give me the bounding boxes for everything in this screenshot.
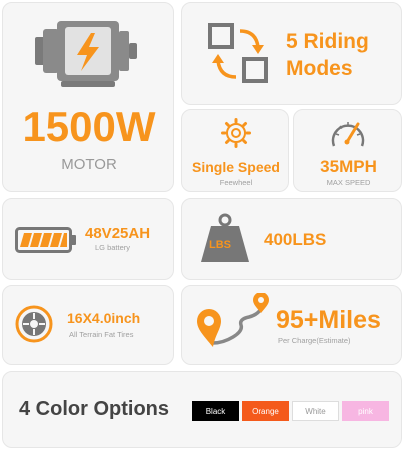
color-label-orange: Orange — [252, 406, 279, 416]
max-speed-card: 35MPH MAX SPEED — [293, 109, 402, 192]
single-speed-card: Single Speed Feewheel — [181, 109, 289, 192]
motor-card: 1500W MOTOR — [2, 2, 174, 192]
speedometer-icon — [331, 122, 365, 147]
tire-icon — [15, 305, 53, 343]
tire-subtitle: All Terrain Fat Tires — [69, 330, 134, 339]
battery-icon — [15, 227, 76, 253]
color-label-white: White — [305, 406, 326, 416]
color-label-black: Black — [205, 406, 226, 416]
motor-label: MOTOR — [61, 156, 117, 173]
battery-card: 48V25AH LG battery — [2, 198, 174, 280]
color-label-pink: pink — [358, 406, 373, 416]
weight-icon-label: LBS — [209, 239, 231, 251]
route-icon — [197, 293, 269, 347]
riding-modes-card: 5 Riding Modes — [181, 2, 402, 105]
tires-card: 16X4.0inch All Terrain Fat Tires — [2, 285, 174, 365]
color-swatch-white[interactable]: White — [292, 401, 339, 421]
max-speed-label: MAX SPEED — [326, 178, 371, 187]
range-card: 95+Miles Per Charge(Estimate) — [181, 285, 402, 365]
range-value: 95+Miles — [276, 306, 381, 334]
color-options-title: 4 Color Options — [19, 398, 169, 420]
color-swatch-orange[interactable]: Orange — [242, 401, 289, 421]
cycle-modes-icon — [208, 23, 268, 83]
color-options-card: 4 Color Options Black Orange White pink — [2, 371, 402, 448]
weight-icon — [201, 213, 249, 262]
modes-line1: 5 Riding — [286, 30, 369, 53]
max-speed-value: 35MPH — [320, 157, 377, 176]
speed-mode-subtitle: Feewheel — [219, 178, 253, 187]
battery-spec: 48V25AH — [85, 225, 151, 242]
modes-line2: Modes — [286, 57, 353, 80]
tire-size: 16X4.0inch — [67, 310, 141, 326]
range-subtitle: Per Charge(Estimate) — [278, 336, 351, 345]
gear-icon — [221, 118, 251, 148]
motor-power: 1500W — [22, 103, 156, 150]
motor-icon — [35, 21, 137, 87]
load-capacity-card: LBS 400LBS — [181, 198, 402, 280]
load-value: 400LBS — [264, 230, 327, 249]
color-swatch-pink[interactable]: pink — [342, 401, 389, 421]
battery-subtitle: LG battery — [95, 243, 131, 252]
speed-mode-title: Single Speed — [192, 159, 280, 175]
color-swatch-black[interactable]: Black — [192, 401, 239, 421]
